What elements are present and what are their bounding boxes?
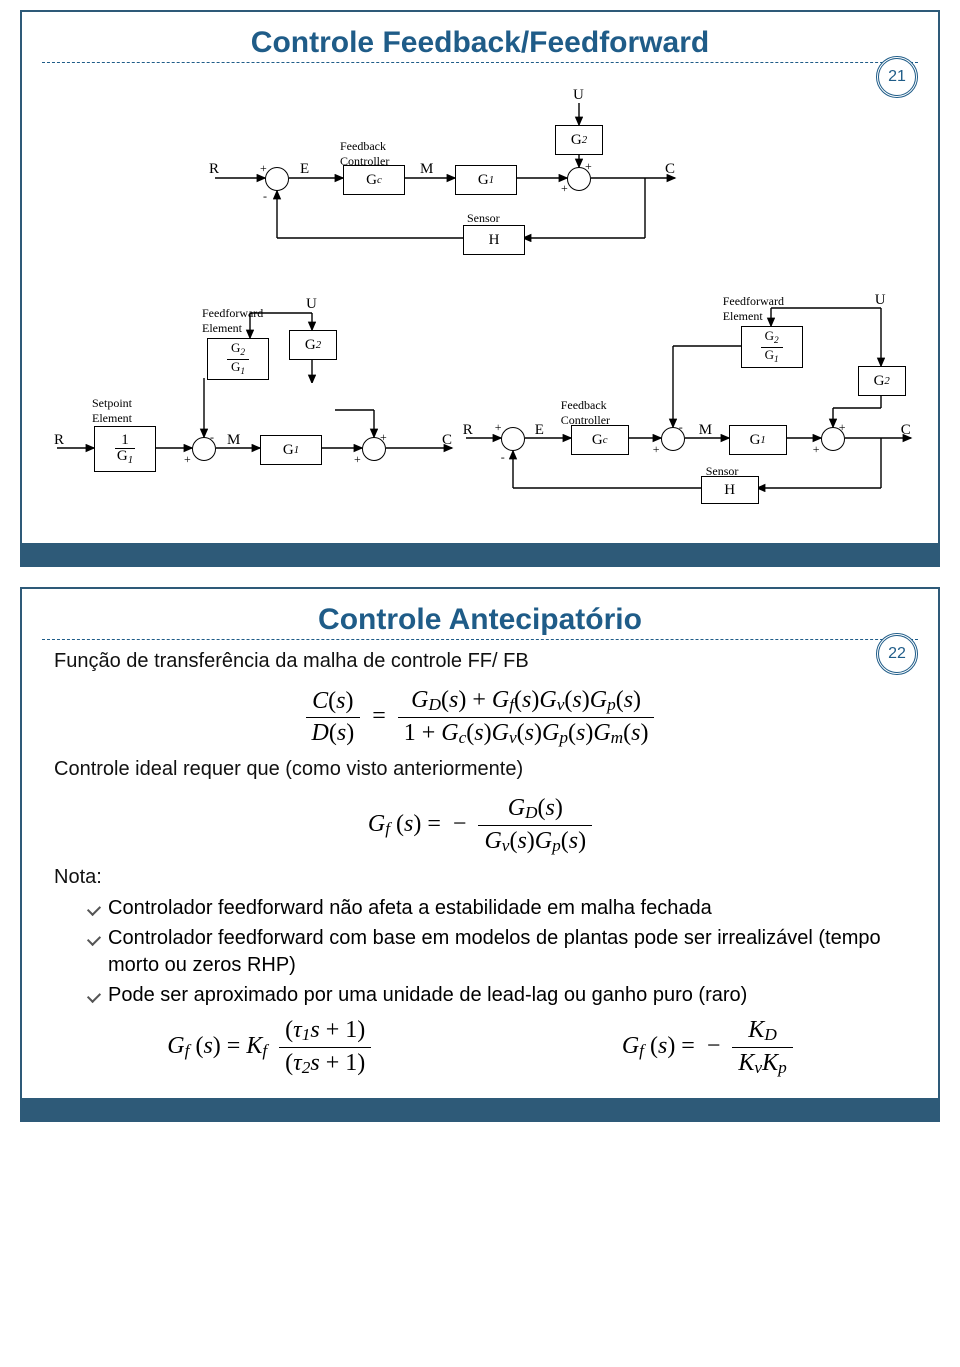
label-E: E — [535, 422, 544, 439]
list-item: Controlador feedforward com base em mode… — [88, 925, 918, 979]
text-line: Função de transferência da malha de cont… — [54, 650, 918, 673]
diagram-feedforward-open: Setpoint Element 1 G1 R + - M G1 + + C F… — [52, 288, 451, 508]
slide-title: Controle Feedback/Feedforward — [42, 26, 918, 60]
footer-bar — [22, 1098, 938, 1120]
block-G2: G2 — [289, 330, 337, 360]
diagram-feedback: R + - E Feedback Controller Gc M G1 + + … — [205, 83, 755, 273]
spacer — [289, 383, 335, 411]
diagram-feedback-feedforward: R + - E Feedback Controller Gc + - M G1 … — [461, 288, 908, 518]
sign-minus: - — [679, 420, 683, 435]
block-G1: G1 — [260, 435, 322, 465]
label-R: R — [54, 432, 64, 449]
label-M: M — [420, 161, 433, 178]
label-R: R — [463, 422, 473, 439]
sign-plus: + — [839, 420, 846, 435]
label-C: C — [442, 432, 452, 449]
caption-sensor: Sensor — [467, 211, 500, 226]
list-item: Pode ser aproximado por uma unidade de l… — [88, 982, 918, 1009]
block-Gc: Gc — [571, 425, 629, 455]
caption-ff-element: Feedforward Element — [723, 294, 784, 324]
sign-plus: + — [354, 452, 361, 467]
block-H: H — [701, 476, 759, 504]
label-R: R — [209, 161, 219, 178]
sign-plus: + — [184, 452, 191, 467]
text-nota: Nota: — [54, 866, 918, 889]
list-item: Controlador feedforward não afeta a esta… — [88, 895, 918, 922]
label-U: U — [306, 296, 317, 313]
sign-plus: + — [561, 181, 568, 196]
block-G2: G2 — [555, 125, 603, 155]
diagrams-container: R + - E Feedback Controller Gc M G1 + + … — [42, 73, 918, 523]
block-G2-over-G1: G2 G1 — [207, 338, 269, 380]
label-U: U — [573, 87, 584, 104]
label-E: E — [300, 161, 309, 178]
sign-plus: + — [813, 442, 820, 457]
sign-plus: + — [380, 430, 387, 445]
block-G1: G1 — [455, 165, 517, 195]
equation-approximations: Gf (s) = Kf (τ1s + 1) (τ2s + 1) Gf (s) =… — [42, 1017, 918, 1078]
label-M: M — [227, 432, 240, 449]
sign-plus: + — [653, 442, 660, 457]
block-Gc: Gc — [343, 165, 405, 195]
label-C: C — [901, 422, 911, 439]
sum-node — [265, 167, 289, 191]
sign-plus: + — [260, 161, 267, 176]
page-number-badge: 21 — [876, 56, 918, 98]
slide-21: Controle Feedback/Feedforward 21 — [20, 10, 940, 567]
footer-bar — [22, 543, 938, 565]
slide-22: Controle Antecipatório 22 Função de tran… — [20, 587, 940, 1122]
sign-minus: - — [263, 189, 267, 204]
caption-feedback-controller: Feedback Controller — [561, 398, 610, 428]
label-U: U — [875, 292, 886, 309]
sign-minus: - — [501, 450, 505, 465]
sign-minus: - — [210, 430, 214, 445]
caption-ff-element: Feedforward Element — [202, 306, 263, 336]
sign-plus: + — [495, 420, 502, 435]
block-G1: G1 — [729, 425, 787, 455]
equation-loop-tf: C(s) D(s) = GD(s) + Gf(s)Gv(s)Gp(s) 1 + … — [42, 687, 918, 748]
block-G2: G2 — [858, 366, 906, 396]
notes-list: Controlador feedforward não afeta a esta… — [88, 895, 918, 1009]
block-H: H — [463, 225, 525, 255]
block-1-over-G1: 1 G1 — [94, 426, 156, 472]
label-M: M — [699, 422, 712, 439]
block-G2-over-G1: G2 G1 — [741, 326, 803, 368]
sum-node — [501, 427, 525, 451]
sign-plus: + — [585, 159, 592, 174]
caption-setpoint-element: Setpoint Element — [92, 396, 132, 426]
page-number-badge: 22 — [876, 633, 918, 675]
equation-ideal-gf: Gf (s) = − GD(s) Gv(s)Gp(s) — [42, 795, 918, 856]
label-C: C — [665, 161, 675, 178]
text-line: Controle ideal requer que (como visto an… — [54, 758, 918, 781]
slide-title: Controle Antecipatório — [42, 603, 918, 637]
